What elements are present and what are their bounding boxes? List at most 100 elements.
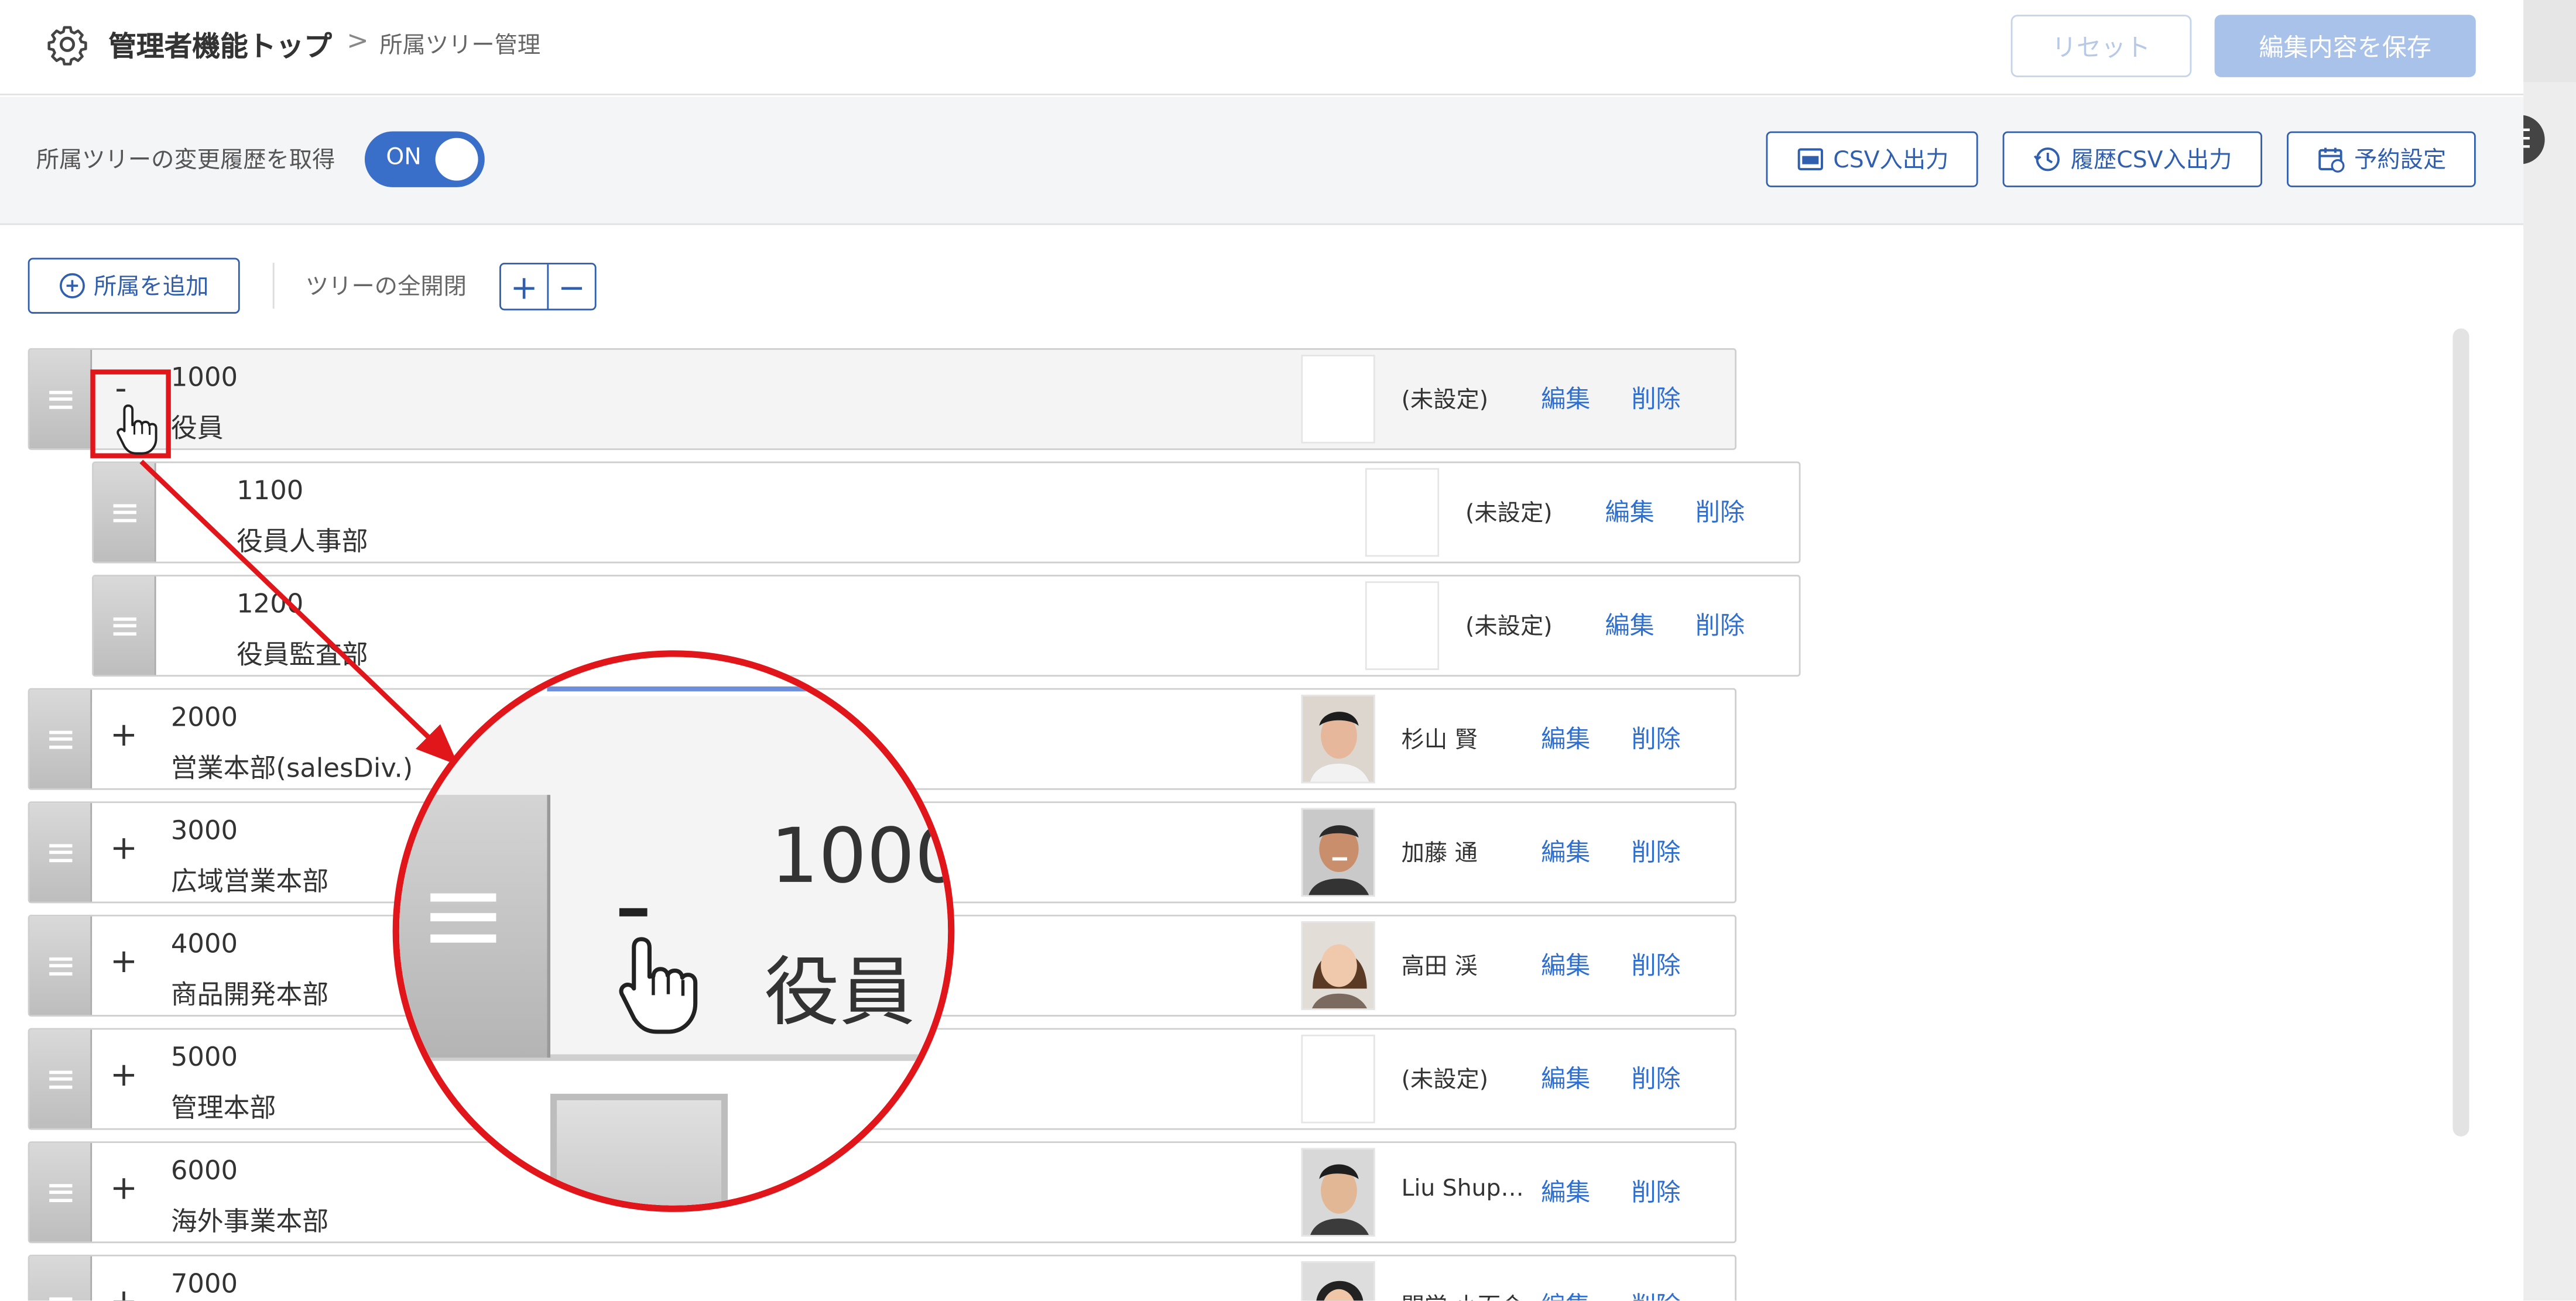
tree-row[interactable]: - 1000 役員 (未設定) 編集 削除	[28, 348, 1737, 450]
department-code: 1000	[170, 361, 238, 393]
zoom-department-name: 役員	[763, 948, 915, 1036]
breadcrumb-home[interactable]: 管理者機能トップ	[108, 23, 332, 64]
drag-handle[interactable]	[29, 916, 93, 1015]
collapse-all-button[interactable]: −	[547, 264, 594, 309]
manager-photo	[1301, 1148, 1375, 1237]
edit-link[interactable]: 編集	[1605, 607, 1654, 642]
zoom-lower-row	[399, 1067, 948, 1206]
breadcrumb-separator: >	[347, 25, 369, 56]
delete-link[interactable]: 削除	[1695, 607, 1745, 642]
delete-link[interactable]: 削除	[1631, 834, 1680, 869]
department-code: 5000	[170, 1041, 238, 1073]
department-name: 管理本部	[170, 1092, 276, 1124]
expand-all-button[interactable]: +	[501, 265, 547, 309]
department-code: 2000	[170, 701, 238, 733]
drag-handle[interactable]	[29, 803, 93, 902]
manager-name: Liu Shup…	[1401, 1176, 1524, 1203]
delete-link[interactable]: 削除	[1631, 1288, 1680, 1301]
zoom-pointer-hand-icon	[619, 937, 698, 1034]
tree-row[interactable]: 1100 役員人事部 (未設定) 編集 削除	[92, 461, 1801, 564]
drag-handle[interactable]	[93, 463, 156, 562]
delete-link[interactable]: 削除	[1631, 721, 1680, 756]
expand-toggle[interactable]: +	[110, 945, 138, 977]
schedule-button[interactable]: 予約設定	[2287, 131, 2476, 187]
history-label: 所属ツリーの変更履歴を取得	[36, 147, 335, 174]
scrollbar[interactable]	[2452, 328, 2469, 1137]
zoom-collapse-toggle	[619, 908, 648, 916]
add-department-button[interactable]: 所属を追加	[28, 258, 240, 314]
drag-handle[interactable]	[29, 689, 93, 788]
handle-icon	[48, 843, 72, 861]
csv-icon	[1797, 148, 1823, 170]
zoom-lower-handle	[550, 1093, 728, 1206]
toggle-knob	[435, 138, 478, 181]
history-toggle[interactable]: ON	[364, 131, 485, 187]
department-name: 広域営業本部	[170, 865, 329, 897]
gutter-top	[2523, 0, 2576, 83]
manager-name: (未設定)	[1465, 500, 1553, 527]
zoom-drag-handle	[399, 795, 551, 1058]
edit-link[interactable]: 編集	[1541, 381, 1590, 416]
history-csv-label: 履歴CSV入出力	[2070, 147, 2232, 174]
manager-photo	[1301, 694, 1375, 784]
add-department-label: 所属を追加	[93, 274, 209, 301]
history-icon	[2034, 147, 2061, 171]
expand-toggle[interactable]: +	[110, 831, 138, 864]
department-code: 7000	[170, 1268, 238, 1299]
handle-icon	[48, 956, 72, 975]
expand-all-label: ツリーの全開閉	[305, 274, 467, 301]
edit-link[interactable]: 編集	[1541, 948, 1590, 982]
edit-link[interactable]: 編集	[1541, 1288, 1590, 1301]
expand-toggle[interactable]: +	[110, 1284, 138, 1300]
reset-button[interactable]: リセット	[2010, 15, 2192, 77]
csv-button[interactable]: CSV入出力	[1766, 131, 1978, 187]
plus-circle-icon	[60, 273, 85, 298]
delete-link[interactable]: 削除	[1695, 495, 1745, 529]
csv-label: CSV入出力	[1833, 147, 1949, 174]
drag-handle[interactable]	[29, 349, 93, 449]
zoom-handle-icon	[430, 893, 496, 943]
edit-link[interactable]: 編集	[1541, 1061, 1590, 1096]
manager-name: (未設定)	[1465, 614, 1553, 641]
delete-link[interactable]: 削除	[1631, 948, 1680, 982]
calendar-icon	[2318, 147, 2345, 173]
drag-handle[interactable]	[29, 1256, 93, 1301]
manager-name: 加藤 通	[1401, 840, 1478, 867]
edit-link[interactable]: 編集	[1541, 834, 1590, 869]
handle-icon	[112, 616, 136, 635]
tree-row[interactable]: + 7000 関学 小百合 編集 削除	[28, 1254, 1737, 1301]
department-name: 役員人事部	[237, 525, 368, 557]
drag-handle[interactable]	[29, 1029, 93, 1128]
zoom-blue-bar	[547, 686, 827, 692]
expand-toggle[interactable]: +	[110, 718, 138, 750]
handle-icon	[48, 1070, 72, 1089]
manager-name: 関学 小百合	[1402, 1289, 1524, 1300]
manager-photo	[1301, 921, 1375, 1010]
history-csv-button[interactable]: 履歴CSV入出力	[2002, 131, 2262, 187]
toolbar: 所属ツリーの変更履歴を取得 ON CSV入出力 履歴CSV入出力 予約設定	[0, 97, 2524, 225]
drag-handle[interactable]	[93, 576, 156, 675]
gear-icon[interactable]	[46, 23, 89, 66]
manager-photo	[1301, 1034, 1375, 1124]
pointer-hand-icon	[117, 404, 157, 455]
handle-icon	[48, 1296, 72, 1301]
delete-link[interactable]: 削除	[1631, 381, 1680, 416]
drag-handle[interactable]	[29, 1143, 93, 1242]
department-code: 1200	[237, 588, 304, 619]
delete-link[interactable]: 削除	[1631, 1061, 1680, 1096]
right-gutter	[2523, 0, 2576, 1301]
save-button[interactable]: 編集内容を保存	[2214, 15, 2476, 77]
manager-name: 高田 渓	[1401, 954, 1478, 981]
department-code: 4000	[170, 928, 238, 959]
manager-photo	[1301, 808, 1375, 897]
expand-toggle[interactable]: +	[110, 1058, 138, 1090]
department-code: 6000	[170, 1154, 238, 1186]
edit-link[interactable]: 編集	[1541, 1174, 1590, 1209]
schedule-label: 予約設定	[2354, 147, 2447, 174]
manager-photo	[1301, 355, 1375, 444]
edit-link[interactable]: 編集	[1541, 721, 1590, 756]
manager-name: (未設定)	[1401, 1067, 1489, 1094]
expand-toggle[interactable]: +	[110, 1171, 138, 1204]
delete-link[interactable]: 削除	[1631, 1174, 1680, 1209]
edit-link[interactable]: 編集	[1605, 495, 1654, 529]
